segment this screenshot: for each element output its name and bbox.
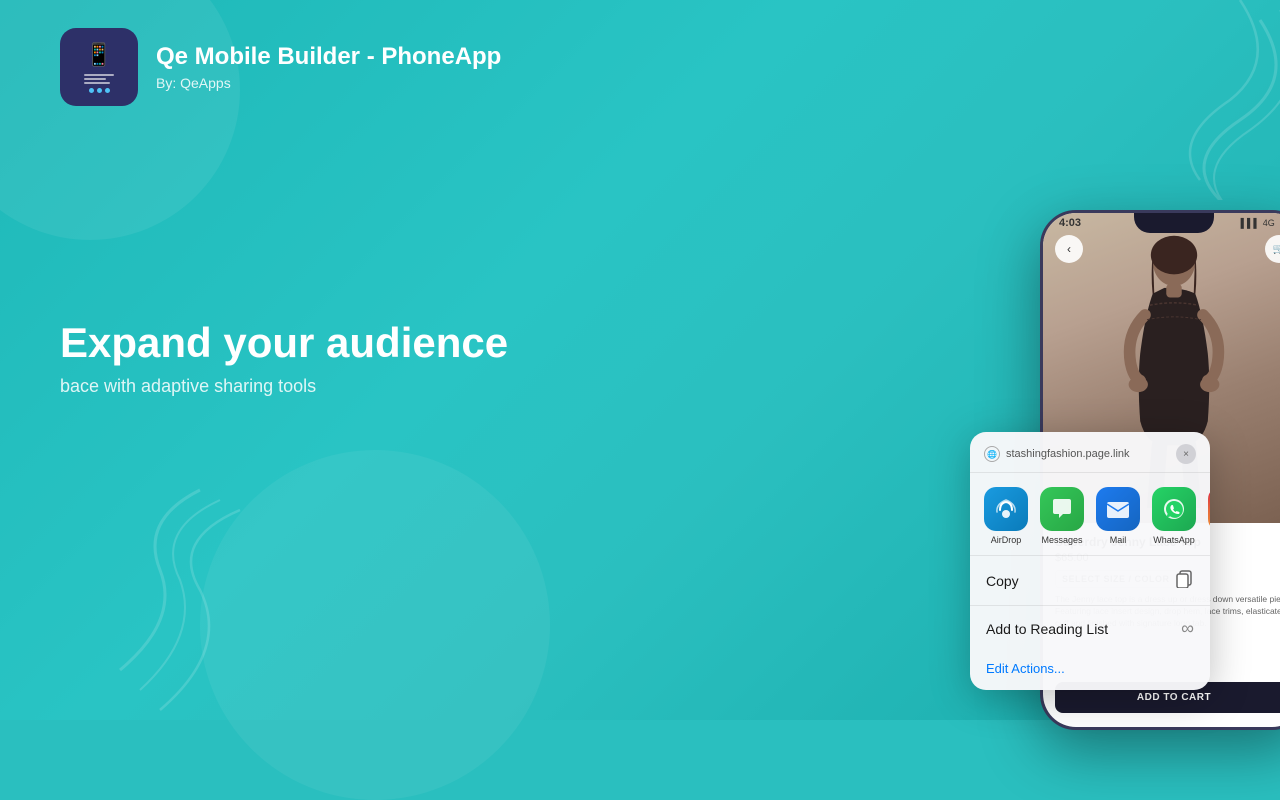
reading-list-action[interactable]: Add to Reading List ∞ — [970, 605, 1210, 651]
share-app-whatsapp[interactable]: WhatsApp — [1152, 487, 1196, 545]
app-title: Qe Mobile Builder - PhoneApp — [156, 43, 501, 71]
copy-icon — [1174, 568, 1194, 593]
status-icons: ▌▌▌ 4G 🔋 — [1241, 218, 1280, 229]
share-url-text: stashingfashion.page.link — [1006, 448, 1130, 460]
hero-section: Expand your audience bace with adaptive … — [60, 320, 508, 397]
edit-actions-button[interactable]: Edit Actions... — [970, 651, 1210, 690]
logo-dot-2 — [97, 88, 102, 93]
globe-icon: 🌐 — [984, 446, 1000, 462]
share-app-airdrop[interactable]: AirDrop — [984, 487, 1028, 545]
instagram-icon — [1208, 487, 1210, 531]
logo-line-1 — [84, 74, 114, 76]
airdrop-label: AirDrop — [991, 535, 1022, 545]
whatsapp-icon — [1152, 487, 1196, 531]
mail-label: Mail — [1110, 535, 1127, 545]
share-apps-row: AirDrop Messages Mail — [970, 473, 1210, 555]
airdrop-icon — [984, 487, 1028, 531]
messages-icon — [1040, 487, 1084, 531]
hero-headline: Expand your audience — [60, 320, 508, 366]
reading-list-icon: ∞ — [1181, 618, 1194, 639]
decorative-circle-br — [200, 450, 550, 800]
back-button[interactable]: ‹ — [1055, 235, 1083, 263]
copy-label: Copy — [986, 573, 1019, 589]
app-logo: 📱 — [60, 28, 138, 106]
signal-icon: ▌▌▌ — [1241, 218, 1260, 228]
copy-action[interactable]: Copy — [970, 555, 1210, 605]
logo-dot-3 — [105, 88, 110, 93]
share-app-instagram[interactable]: In... — [1208, 487, 1210, 545]
share-close-button[interactable]: × — [1176, 444, 1196, 464]
logo-dot-1 — [89, 88, 94, 93]
whatsapp-label: WhatsApp — [1153, 535, 1195, 545]
mail-icon — [1096, 487, 1140, 531]
header-text: Qe Mobile Builder - PhoneApp By: QeApps — [156, 43, 501, 91]
network-icon: 4G — [1263, 218, 1275, 228]
share-app-mail[interactable]: Mail — [1096, 487, 1140, 545]
status-time: 4:03 — [1059, 217, 1081, 229]
messages-label: Messages — [1041, 535, 1082, 545]
app-subtitle: By: QeApps — [156, 75, 501, 91]
cart-button[interactable]: 🛒 10 — [1265, 235, 1280, 263]
share-app-messages[interactable]: Messages — [1040, 487, 1084, 545]
reading-list-label: Add to Reading List — [986, 621, 1108, 637]
share-sheet-header: 🌐 stashingfashion.page.link × — [970, 432, 1210, 473]
share-url: 🌐 stashingfashion.page.link — [984, 446, 1130, 462]
header: 📱 Qe Mobile Builder - PhoneApp By: QeApp… — [60, 28, 501, 106]
hero-subheadline: bace with adaptive sharing tools — [60, 376, 508, 397]
logo-phone-icon: 📱 — [85, 42, 112, 68]
phone-nav: ‹ 🛒 10 — [1055, 235, 1280, 263]
logo-line-3 — [84, 82, 110, 84]
phone-status-bar: 4:03 ▌▌▌ 4G 🔋 — [1059, 217, 1280, 229]
logo-line-2 — [84, 78, 106, 80]
share-sheet: 🌐 stashingfashion.page.link × AirDrop — [970, 432, 1210, 690]
